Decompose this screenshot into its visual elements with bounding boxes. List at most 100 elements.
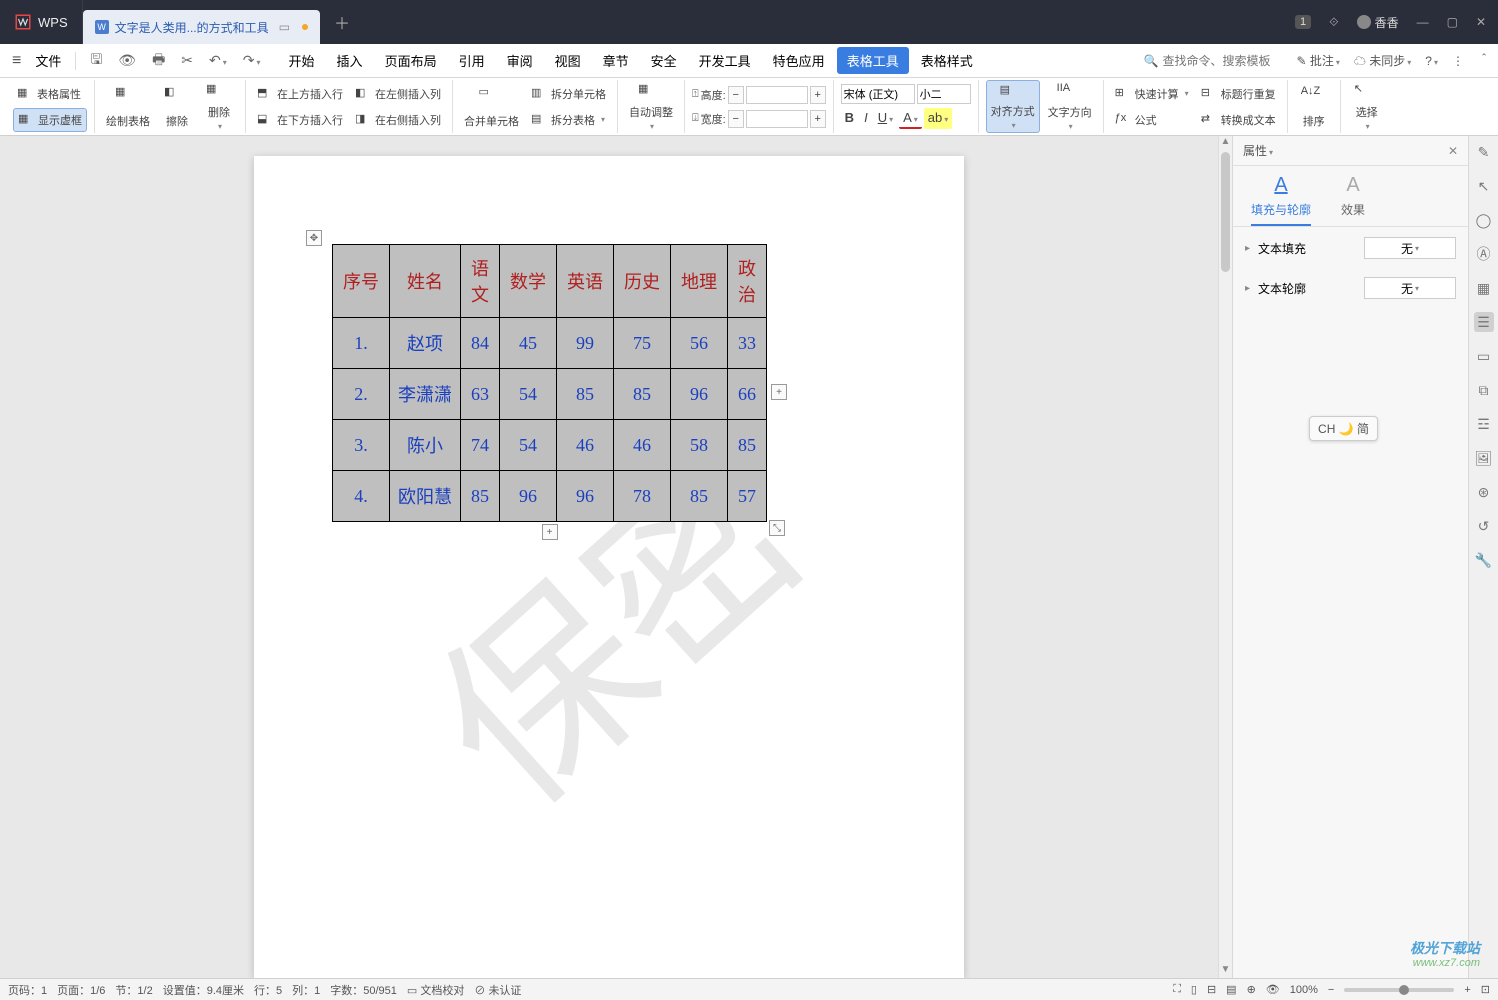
table-cell[interactable]: 56: [671, 318, 728, 369]
rail-properties-icon[interactable]: ☰: [1474, 312, 1494, 332]
search-input[interactable]: [1162, 54, 1282, 68]
table-header[interactable]: 姓名: [390, 245, 461, 318]
table-cell[interactable]: 78: [614, 471, 671, 522]
comments-button[interactable]: ✎ 批注: [1296, 52, 1339, 69]
table-cell[interactable]: 赵项: [390, 318, 461, 369]
table-cell[interactable]: 陈小: [390, 420, 461, 471]
table-header[interactable]: 历史: [614, 245, 671, 318]
insert-col-right-button[interactable]: ◨在右侧插入列: [351, 108, 445, 132]
rail-safe-icon[interactable]: ⊛: [1474, 482, 1494, 502]
document-tab[interactable]: W 文字是人类用...的方式和工具 ▭: [83, 10, 320, 44]
notifications-badge[interactable]: 1: [1295, 15, 1311, 29]
minimize-button[interactable]: —: [1417, 15, 1429, 29]
collapse-ribbon-button[interactable]: ＾: [1478, 52, 1490, 69]
table-cell[interactable]: 96: [500, 471, 557, 522]
menu-layout[interactable]: 页面布局: [375, 47, 447, 74]
menu-special[interactable]: 特色应用: [763, 47, 835, 74]
text-direction-button[interactable]: IIA文字方向: [1044, 80, 1096, 133]
status-pageno[interactable]: 页码：1: [8, 982, 47, 998]
table-cell[interactable]: 46: [614, 420, 671, 471]
height-dec[interactable]: −: [728, 86, 744, 104]
eraser-button[interactable]: ◧擦除: [158, 80, 196, 133]
tab-fill-outline[interactable]: A填充与轮廓: [1251, 174, 1311, 226]
zoom-slider[interactable]: [1344, 988, 1454, 992]
menu-table-style[interactable]: 表格样式: [911, 47, 983, 74]
convert-text-button[interactable]: ⇄转换成文本: [1197, 108, 1280, 132]
new-tab-button[interactable]: ＋: [320, 10, 364, 34]
view-web-icon[interactable]: ▤: [1226, 983, 1236, 996]
skin-icon[interactable]: ⟐: [1329, 15, 1338, 30]
view-read-icon[interactable]: ⊕: [1247, 983, 1256, 996]
status-section[interactable]: 节：1/2: [115, 982, 152, 998]
italic-button[interactable]: I: [860, 108, 872, 129]
table-cell[interactable]: 85: [557, 369, 614, 420]
table-header[interactable]: 地理: [671, 245, 728, 318]
table-cell[interactable]: 欧阳慧: [390, 471, 461, 522]
table-cell[interactable]: 2.: [333, 369, 390, 420]
print-icon[interactable]: 🖶: [146, 49, 171, 73]
delete-button[interactable]: ▦删除: [200, 80, 238, 133]
show-gridlines-button[interactable]: ▦显示虚框: [13, 108, 87, 132]
status-page[interactable]: 页面：1/6: [57, 982, 105, 998]
redo-button[interactable]: ↷: [237, 52, 267, 69]
table-resize-handle[interactable]: ⤡: [769, 520, 785, 536]
add-row-handle[interactable]: +: [542, 524, 558, 540]
formula-button[interactable]: ƒx公式: [1111, 108, 1193, 132]
table-cell[interactable]: 45: [500, 318, 557, 369]
table-cell[interactable]: 75: [614, 318, 671, 369]
table-cell[interactable]: 85: [614, 369, 671, 420]
table-cell[interactable]: 54: [500, 369, 557, 420]
status-words[interactable]: 字数：50/951: [330, 982, 397, 998]
menu-table-tools[interactable]: 表格工具: [837, 47, 909, 74]
view-outline-icon[interactable]: ⊟: [1207, 983, 1216, 996]
data-table[interactable]: 序号姓名语文数学英语历史地理政治1.赵项8445997556332.李潇潇635…: [332, 244, 767, 522]
table-cell[interactable]: 1.: [333, 318, 390, 369]
table-cell[interactable]: 85: [671, 471, 728, 522]
table-header[interactable]: 数学: [500, 245, 557, 318]
add-column-handle[interactable]: +: [771, 384, 787, 400]
close-button[interactable]: ✕: [1476, 15, 1486, 29]
text-outline-select[interactable]: 无: [1364, 277, 1456, 299]
menu-security[interactable]: 安全: [641, 47, 687, 74]
draw-table-button[interactable]: ▦绘制表格: [102, 80, 154, 133]
rail-style-icon[interactable]: Ⓐ: [1474, 244, 1494, 264]
table-cell[interactable]: 3.: [333, 420, 390, 471]
table-cell[interactable]: 66: [728, 369, 767, 420]
quick-calc-button[interactable]: ⊞快速计算: [1111, 82, 1193, 106]
table-cell[interactable]: 96: [557, 471, 614, 522]
table-row[interactable]: 2.李潇潇635485859666: [333, 369, 767, 420]
width-inc[interactable]: +: [810, 110, 826, 128]
fit-button[interactable]: ⊡: [1481, 983, 1490, 996]
table-cell[interactable]: 96: [671, 369, 728, 420]
alignment-button[interactable]: ▤对齐方式: [986, 80, 1040, 133]
user-menu[interactable]: 香香: [1357, 14, 1399, 31]
menu-view[interactable]: 视图: [545, 47, 591, 74]
rail-history-icon[interactable]: ↺: [1474, 516, 1494, 536]
rail-shape-icon[interactable]: ◯: [1474, 210, 1494, 230]
text-fill-select[interactable]: 无: [1364, 237, 1456, 259]
zoom-label[interactable]: 100%: [1290, 984, 1318, 996]
font-size-select[interactable]: [917, 84, 971, 104]
rail-select-icon[interactable]: ↖: [1474, 176, 1494, 196]
table-cell[interactable]: 85: [728, 420, 767, 471]
table-cell[interactable]: 85: [461, 471, 500, 522]
print-preview-icon[interactable]: 👁: [112, 52, 142, 69]
vertical-scrollbar[interactable]: ▲ ▼: [1218, 136, 1232, 978]
table-header[interactable]: 英语: [557, 245, 614, 318]
table-cell[interactable]: 54: [500, 420, 557, 471]
table-move-handle[interactable]: ✥: [306, 230, 322, 246]
rail-tools-icon[interactable]: 🔧: [1474, 550, 1494, 570]
command-search[interactable]: 🔍: [1144, 54, 1283, 68]
select-button[interactable]: ↖选择: [1348, 80, 1386, 133]
sync-button[interactable]: ☁ 未同步: [1354, 52, 1411, 69]
maximize-button[interactable]: ▢: [1447, 15, 1458, 29]
view-eye-icon[interactable]: 👁: [1266, 983, 1280, 996]
split-cells-button[interactable]: ▥拆分单元格: [527, 82, 610, 106]
scroll-thumb[interactable]: [1221, 152, 1230, 272]
view-fullscreen-icon[interactable]: ⛶: [1173, 983, 1181, 996]
rail-grid-icon[interactable]: ▦: [1474, 278, 1494, 298]
split-table-button[interactable]: ▤拆分表格: [527, 108, 610, 132]
table-row[interactable]: 4.欧阳慧859696788557: [333, 471, 767, 522]
menu-devtools[interactable]: 开发工具: [689, 47, 761, 74]
height-input[interactable]: [746, 86, 808, 104]
